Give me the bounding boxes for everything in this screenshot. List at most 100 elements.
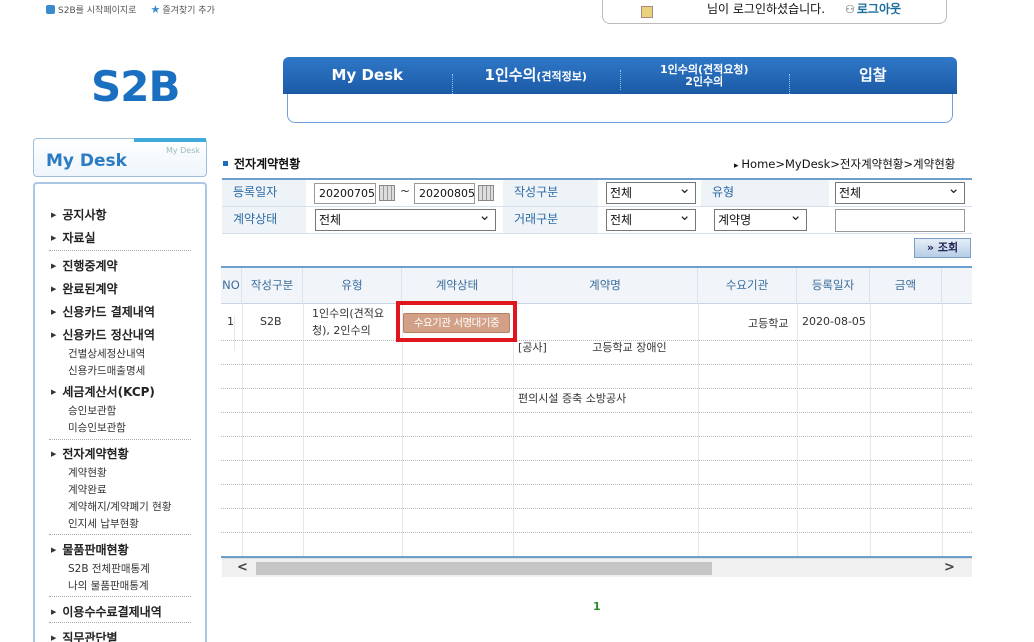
sidebar-sub-s2b-stats[interactable]: S2B 전체판매통계 xyxy=(68,561,150,576)
page-title: 전자계약현황 xyxy=(223,155,300,172)
login-status-box: 님이 로그인하셨습니다. ⚇ 로그아웃 xyxy=(602,0,947,24)
sidebar-sub-my-stats[interactable]: 나의 물품판매통계 xyxy=(68,578,149,593)
col-agency: 수요기관 xyxy=(698,268,797,304)
sidebar-sub-unapproved[interactable]: 미승인보관함 xyxy=(68,420,126,435)
sidebar-sub-contract-status[interactable]: 계약현황 xyxy=(68,465,107,480)
col-write-type: 작성구분 xyxy=(242,268,303,304)
horizontal-scrollbar[interactable]: < > xyxy=(222,558,972,577)
sidebar-item-completed[interactable]: 완료된계약 xyxy=(51,280,117,297)
sidebar-sub-approved[interactable]: 승인보관함 xyxy=(68,403,116,418)
table-row-empty xyxy=(221,485,972,509)
cell-reg-date: 2020-08-05 xyxy=(802,315,866,328)
contract-status-label: 계약상태 xyxy=(222,207,306,233)
sidebar-sub-stamp-tax[interactable]: 인지세 납부현황 xyxy=(68,516,139,531)
cell-agency: 고등학교 xyxy=(748,317,789,330)
divider xyxy=(49,439,191,440)
contract-table: NO 작성구분 유형 계약상태 계약명 수요기관 등록일자 금액 1 S2B 1… xyxy=(221,266,972,558)
search-button[interactable]: » 조회 xyxy=(914,238,971,258)
search-field-select[interactable]: 계약명 xyxy=(714,205,807,231)
search-text-input[interactable] xyxy=(835,209,965,232)
date-separator: ~ xyxy=(400,184,411,198)
sidebar-item-econtract[interactable]: 전자계약현황 xyxy=(51,445,128,462)
sidebar-sub-contract-cancel[interactable]: 계약해지/계약폐기 현황 xyxy=(68,499,171,514)
nav-mydesk[interactable]: My Desk xyxy=(283,67,452,84)
type-label: 유형 xyxy=(701,180,829,206)
memo-icon xyxy=(641,6,653,18)
sidebar-item-fee[interactable]: 이용수수료결제내역 xyxy=(51,603,161,620)
star-icon: ★ xyxy=(150,3,161,16)
table-row[interactable]: 1 S2B 1인수의(견적요 청), 2인수의 [공사] 고등학교 장애인 편의… xyxy=(221,304,972,405)
date-from-input[interactable]: 20200705 xyxy=(314,183,376,204)
col-reg-date: 등록일자 xyxy=(797,268,870,304)
divider xyxy=(49,596,191,597)
contract-status-select[interactable]: 전체 xyxy=(315,205,496,231)
login-message: 님이 로그인하셨습니다. xyxy=(707,2,826,16)
write-type-select[interactable]: 전체 xyxy=(606,178,696,204)
logout-link[interactable]: ⚇ 로그아웃 xyxy=(845,0,901,17)
scrollbar-thumb[interactable] xyxy=(256,562,712,575)
title-accent-bar xyxy=(134,138,206,142)
sub-nav xyxy=(287,94,953,123)
home-icon xyxy=(46,5,55,14)
pagination-current[interactable]: 1 xyxy=(593,600,601,613)
filter-row-1: 등록일자 20200705 ~ 20200805 작성구분 전체 유형 전체 xyxy=(222,178,972,207)
col-type: 유형 xyxy=(303,268,402,304)
breadcrumb: Home>MyDesk>전자계약현황>계약현황 xyxy=(734,156,955,172)
top-links: S2B를 시작페이지로 ★ 즐겨찾기 추가 xyxy=(46,3,215,16)
write-type-label: 작성구분 xyxy=(503,180,598,206)
search-filter-panel: 등록일자 20200705 ~ 20200805 작성구분 전체 유형 전체 계… xyxy=(222,178,972,234)
table-header: NO 작성구분 유형 계약상태 계약명 수요기관 등록일자 금액 xyxy=(221,268,972,304)
date-to-input[interactable]: 20200805 xyxy=(414,183,475,204)
sidebar-sub-settle-detail[interactable]: 건별상세정산내역 xyxy=(68,346,145,361)
sidebar-title-box[interactable]: My Desk My Desk xyxy=(33,138,207,177)
double-arrow-icon: » xyxy=(926,241,934,254)
sidebar-sub-contract-done[interactable]: 계약완료 xyxy=(68,482,107,497)
table-row-empty xyxy=(221,389,972,413)
sidebar-item-card-payment[interactable]: 신용카드 결제내역 xyxy=(51,303,155,320)
sidebar-item-library[interactable]: 자료실 xyxy=(51,229,95,246)
highlight-box xyxy=(396,301,517,342)
trade-type-label: 거래구분 xyxy=(503,207,598,233)
user-icon: ⚇ xyxy=(845,3,855,16)
table-row-empty xyxy=(221,365,972,389)
sidebar-item-duty[interactable]: 직무관단별 xyxy=(51,629,117,642)
table-row-empty xyxy=(221,341,972,365)
cell-type-line2: 청), 2인수의 xyxy=(312,324,371,337)
scroll-left-icon[interactable]: < xyxy=(237,560,248,575)
s2b-logo[interactable]: S2B xyxy=(91,62,180,111)
set-startpage-link[interactable]: S2B를 시작페이지로 xyxy=(46,3,136,16)
sidebar: 공지사항 자료실 진행중계약 완료된계약 신용카드 결제내역 신용카드 정산내역… xyxy=(33,182,207,642)
sidebar-item-ongoing[interactable]: 진행중계약 xyxy=(51,257,117,274)
nav-quote-request[interactable]: 1인수의(견적요청) 2인수의 xyxy=(620,64,789,91)
col-status: 계약상태 xyxy=(402,268,513,304)
table-row-empty xyxy=(221,413,972,437)
sidebar-item-sales[interactable]: 물품판매현황 xyxy=(51,541,128,558)
sidebar-sub-card-sales[interactable]: 신용카드매출명세 xyxy=(68,363,145,378)
main-nav: My Desk 1인수의(견적정보) 1인수의(견적요청) 2인수의 입찰 xyxy=(283,57,957,94)
table-row-empty xyxy=(221,437,972,461)
calendar-icon[interactable] xyxy=(478,185,494,201)
table-row-empty xyxy=(221,533,972,556)
nav-quote-info[interactable]: 1인수의(견적정보) xyxy=(451,67,621,94)
sidebar-item-notice[interactable]: 공지사항 xyxy=(51,206,106,223)
divider xyxy=(49,250,191,251)
sidebar-title: My Desk xyxy=(46,151,127,171)
cell-type-line1: 1인수의(견적요 xyxy=(312,307,385,320)
scroll-right-icon[interactable]: > xyxy=(944,560,955,575)
col-no: NO xyxy=(221,268,242,304)
divider xyxy=(49,622,191,623)
col-contract-name: 계약명 xyxy=(513,268,698,304)
cell-type: 1인수의(견적요 청), 2인수의 xyxy=(312,305,384,339)
trade-type-select[interactable]: 전체 xyxy=(606,205,696,231)
col-amount: 금액 xyxy=(870,268,942,304)
table-row-empty xyxy=(221,509,972,533)
type-select[interactable]: 전체 xyxy=(835,178,965,204)
filter-row-2: 계약상태 전체 거래구분 전체 계약명 xyxy=(222,205,972,234)
calendar-icon[interactable] xyxy=(379,185,395,201)
table-row-empty xyxy=(221,461,972,485)
sidebar-item-card-settle[interactable]: 신용카드 정산내역 xyxy=(51,326,155,343)
nav-bid[interactable]: 입찰 xyxy=(788,67,958,94)
sidebar-item-tax-invoice[interactable]: 세금계산서(KCP) xyxy=(51,383,155,400)
add-favorite-link[interactable]: ★ 즐겨찾기 추가 xyxy=(150,3,214,16)
sidebar-title-small: My Desk xyxy=(165,146,200,155)
